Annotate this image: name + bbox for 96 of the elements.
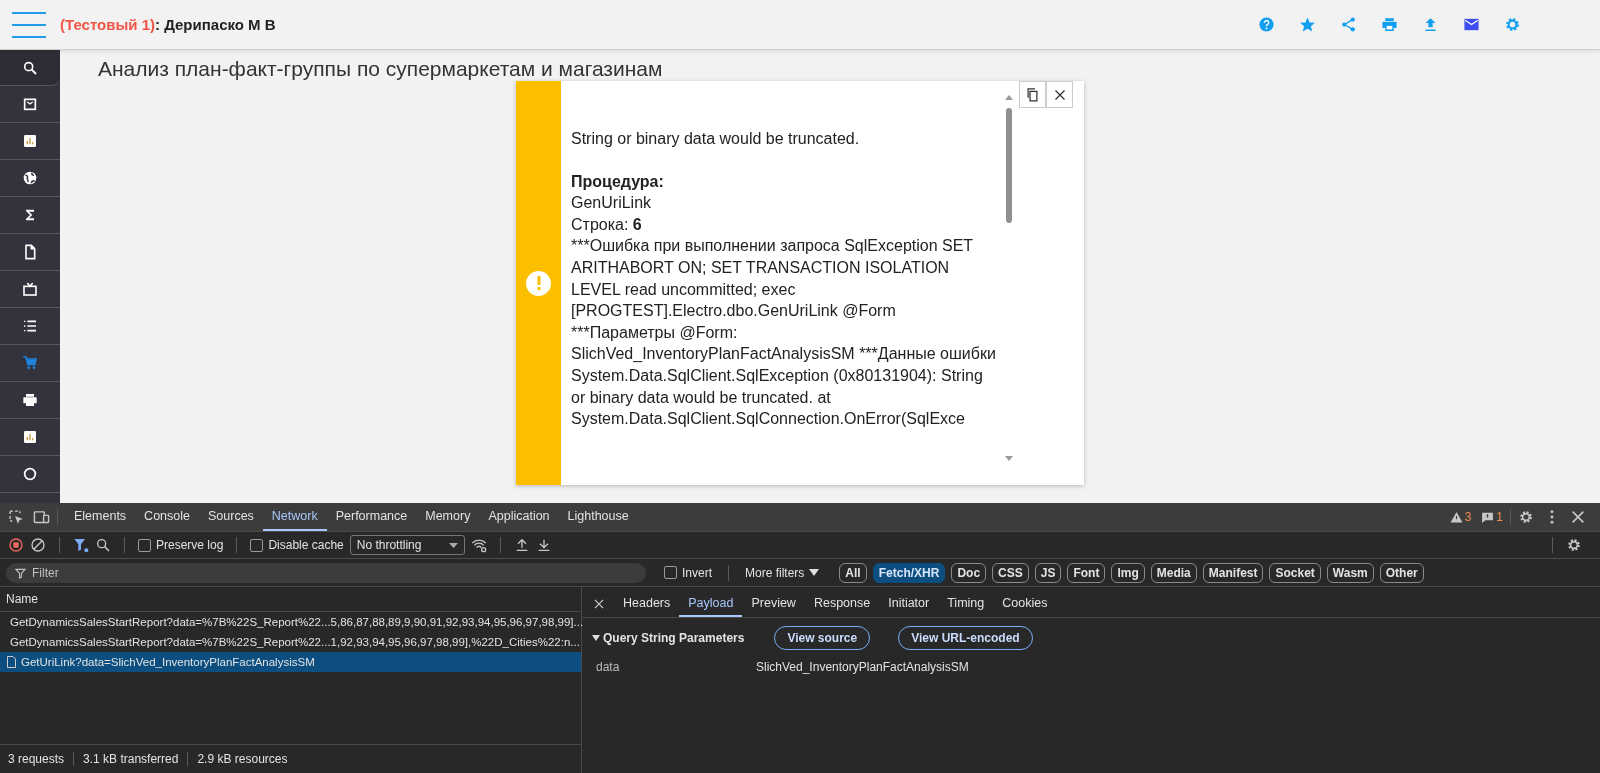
- device-icon[interactable]: [33, 508, 50, 526]
- detail-tab[interactable]: Headers: [614, 591, 680, 617]
- issue-icon: [1481, 510, 1495, 524]
- checkbox[interactable]: Invert: [664, 565, 712, 580]
- error-message: String or binary data would be truncated.: [571, 129, 861, 149]
- param-value: SlichVed_InventoryPlanFactAnalysisSM: [756, 660, 969, 674]
- detail-tab[interactable]: Payload: [679, 591, 743, 617]
- type-filter-chip[interactable]: Img: [1111, 562, 1145, 583]
- wifi-settings-icon[interactable]: [471, 537, 488, 553]
- more-filters-dropdown[interactable]: More filters: [745, 565, 820, 580]
- caret-icon: [449, 542, 459, 548]
- status-text: 2.9 kB resources: [187, 752, 288, 766]
- procedure-name: GenUriLink: [571, 193, 653, 214]
- detail-tab[interactable]: Cookies: [993, 591, 1057, 617]
- help-icon: [1258, 16, 1275, 33]
- menu-icon[interactable]: [12, 11, 46, 38]
- detail-tab[interactable]: Timing: [938, 591, 994, 617]
- printer-icon: [1381, 16, 1398, 33]
- checkbox[interactable]: Preserve log: [138, 538, 224, 552]
- star-icon: [1299, 16, 1316, 33]
- caret-icon: [809, 569, 820, 576]
- type-filter-chip[interactable]: Fetch/XHR: [872, 562, 946, 583]
- type-filter-chip[interactable]: Wasm: [1326, 562, 1374, 583]
- page-title: Анализ план-факт-группы по супермаркетам и магазинам: [98, 57, 664, 81]
- request-row[interactable]: GetDynamicsSalesStartReport?data=%7B%22S_Report%22...5,86,87,88,89,9,90,91,92,93,94,95,96,97,98,99]...: [0, 612, 581, 632]
- devtools-tab[interactable]: Lighthouse: [558, 503, 638, 531]
- exclamation-icon: [526, 270, 551, 296]
- filter-field[interactable]: Filter: [6, 562, 646, 583]
- type-filter-chip[interactable]: Doc: [951, 562, 987, 583]
- type-filter-chip[interactable]: JS: [1034, 562, 1062, 583]
- param-name: data: [596, 660, 621, 674]
- mail-icon: [1463, 16, 1480, 33]
- warning-icon: [1449, 510, 1463, 524]
- document-icon: [6, 656, 17, 668]
- close-icon[interactable]: [1570, 509, 1586, 525]
- type-filter-chip[interactable]: Font: [1067, 562, 1106, 583]
- caret-icon: [592, 635, 600, 641]
- settings-icon[interactable]: [1566, 537, 1582, 553]
- detail-tab[interactable]: Preview: [742, 591, 805, 617]
- globe-icon: [22, 170, 38, 186]
- devtools-tab[interactable]: Performance: [326, 503, 417, 531]
- devtools-tab[interactable]: Memory: [416, 503, 480, 531]
- error-details: ***Ошибка при выполнении запроса SqlException SET ARITHABORT ON; SET TRANSACTION ISOLATION LEVEL read uncommitted; exec [PROGTEST].Electro.dbo.GenUriLink @Form ***Параметры @Form: SlichVed_InventoryPlanFactAnalysisSM ***Данные ошибки System.Data.SqlClient.SqlException (0x80131904): String or binary data would be truncated. at System.Data.SqlClient.SqlConnection.OnError(SqlExce: [571, 236, 997, 430]
- type-filter-chip[interactable]: Media: [1150, 562, 1197, 583]
- line-number: Строка: 6: [571, 214, 643, 235]
- close-icon[interactable]: [592, 597, 606, 611]
- status-text: 3.1 kB transferred: [73, 752, 179, 766]
- request-row[interactable]: GetUriLink?data=SlichVed_InventoryPlanFactAnalysisSM: [0, 652, 581, 672]
- filter-icon: [15, 567, 26, 579]
- bar-chart-icon: [22, 133, 38, 149]
- close-icon: [1053, 88, 1066, 101]
- type-filter-chip[interactable]: All: [839, 562, 867, 583]
- scroll-up-icon[interactable]: [1005, 94, 1013, 100]
- devtools-tab[interactable]: Elements: [65, 503, 136, 531]
- warning-count: 3: [1464, 510, 1472, 524]
- devtools-tab[interactable]: Console: [135, 503, 199, 531]
- devtools-tab[interactable]: Network: [262, 503, 327, 531]
- detail-tab[interactable]: Response: [804, 591, 880, 617]
- devtools-tab[interactable]: Sources: [199, 503, 263, 531]
- throttling-dropdown[interactable]: No throttling: [349, 535, 466, 555]
- search-icon[interactable]: [95, 537, 111, 553]
- bar-chart-icon: [22, 429, 38, 445]
- status-text: 3 requests: [8, 752, 65, 766]
- filter-icon[interactable]: [73, 537, 89, 553]
- share-icon: [1340, 16, 1357, 33]
- issue-count: 1: [1496, 510, 1503, 524]
- checkbox[interactable]: Disable cache: [250, 538, 344, 552]
- detail-tab[interactable]: Initiator: [879, 591, 939, 617]
- calendar-icon: [22, 96, 38, 112]
- type-filter-chip[interactable]: Other: [1379, 562, 1424, 583]
- section-title[interactable]: Query String Parameters: [592, 631, 745, 645]
- toolbar-button[interactable]: [1256, 14, 1277, 35]
- copy-icon: [1025, 87, 1040, 102]
- close-button[interactable]: [1046, 81, 1073, 108]
- type-filter-chip[interactable]: Manifest: [1202, 562, 1264, 583]
- devtools-tab[interactable]: Application: [479, 503, 559, 531]
- settings-icon[interactable]: [1518, 509, 1534, 525]
- procedure-label: Процедура:: [571, 171, 665, 192]
- copy-button[interactable]: [1019, 81, 1046, 108]
- scroll-down-icon[interactable]: [1005, 456, 1013, 462]
- request-row[interactable]: GetDynamicsSalesStartReport?data=%7B%22S_Report%22...1,92,93,94,95,96,97,98,99],%22D_Cities%22:n...: [0, 632, 581, 652]
- type-filter-chip[interactable]: Socket: [1269, 562, 1321, 583]
- record-icon[interactable]: [8, 537, 24, 553]
- type-filter-chip[interactable]: CSS: [992, 562, 1029, 583]
- inspect-icon[interactable]: [8, 508, 25, 526]
- sidebar-item[interactable]: [0, 50, 60, 86]
- circle-icon: [22, 466, 38, 482]
- search-icon: [22, 59, 38, 76]
- column-header: Name: [6, 592, 38, 606]
- numbered-list-icon: [22, 318, 38, 334]
- user-title: (Тестовый 1): Дерипаско М В: [60, 16, 276, 33]
- settings-icon: [1504, 16, 1521, 33]
- printer-icon: [22, 392, 38, 408]
- clear-icon[interactable]: [30, 537, 46, 553]
- document-icon: [22, 244, 38, 260]
- cart-icon: [22, 355, 38, 371]
